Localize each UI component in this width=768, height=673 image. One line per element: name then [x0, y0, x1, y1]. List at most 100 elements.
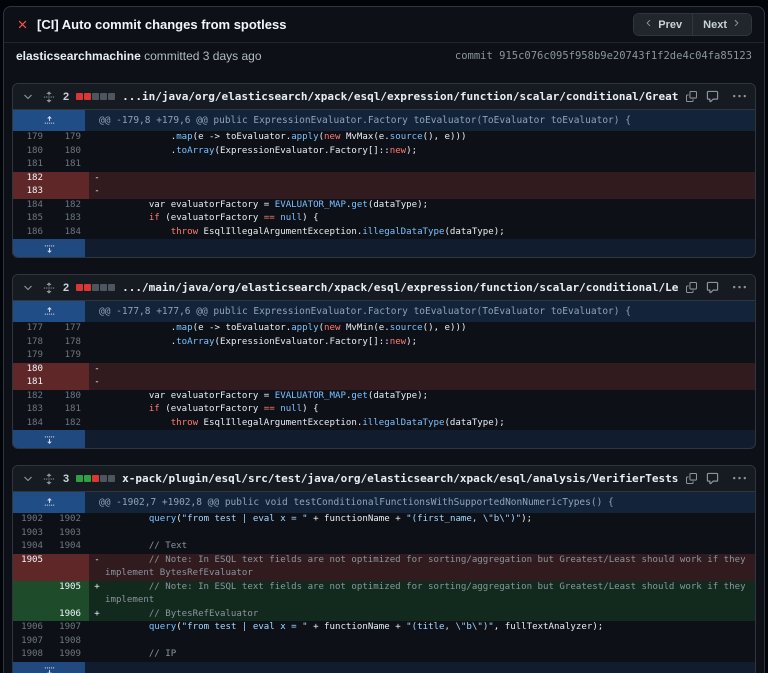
chevron-down-icon [22, 473, 34, 485]
new-line-number[interactable]: 1908 [51, 635, 89, 649]
old-line-number[interactable]: 182 [13, 390, 51, 404]
collapse-file-button[interactable] [21, 281, 35, 295]
diffstat-neutral-square [92, 93, 99, 100]
file-header: 2.../main/java/org/elasticsearch/xpack/e… [13, 275, 755, 301]
next-button[interactable]: Next [692, 14, 751, 35]
copy-path-button[interactable] [685, 472, 698, 485]
prev-button[interactable]: Prev [634, 14, 692, 35]
expand-down-button[interactable] [13, 430, 85, 448]
collapse-file-button[interactable] [21, 472, 35, 486]
new-line-number[interactable] [51, 554, 89, 581]
file-options-button[interactable] [732, 89, 747, 104]
file-options-button[interactable] [732, 471, 747, 486]
old-line-number[interactable]: 183 [13, 403, 51, 417]
new-line-number[interactable]: 1906 [51, 608, 89, 622]
diff-line: 1906+ // BytesRefEvaluator [13, 608, 755, 622]
old-line-number[interactable]: 177 [13, 322, 51, 336]
file-options-button[interactable] [732, 280, 747, 295]
diff-marker [89, 648, 105, 662]
old-line-number[interactable]: 180 [13, 145, 51, 159]
new-line-number[interactable]: 1903 [51, 527, 89, 541]
new-line-number[interactable] [51, 185, 89, 199]
comment-button[interactable] [705, 89, 720, 104]
diff-marker [89, 417, 105, 431]
old-line-number[interactable]: 1907 [13, 635, 51, 649]
new-line-number[interactable]: 182 [51, 199, 89, 213]
old-line-number[interactable]: 179 [13, 349, 51, 363]
copy-icon [686, 91, 697, 102]
old-line-number[interactable]: 180 [13, 363, 51, 377]
old-line-number[interactable]: 179 [13, 131, 51, 145]
new-line-number[interactable]: 1909 [51, 648, 89, 662]
diff-line: 186184 throw EsqlIllegalArgumentExceptio… [13, 226, 755, 240]
expand-all-button[interactable] [42, 281, 56, 295]
old-line-number[interactable]: 181 [13, 376, 51, 390]
old-line-number[interactable] [13, 581, 51, 608]
new-line-number[interactable]: 1902 [51, 513, 89, 527]
diff-line: 19071908 [13, 635, 755, 649]
new-line-number[interactable]: 180 [51, 390, 89, 404]
new-line-number[interactable]: 178 [51, 336, 89, 350]
comment-icon [706, 90, 719, 103]
copy-path-button[interactable] [685, 281, 698, 294]
expand-all-button[interactable] [42, 90, 56, 104]
new-line-number[interactable]: 180 [51, 145, 89, 159]
diffstat-del-square [84, 93, 91, 100]
comment-button[interactable] [705, 471, 720, 486]
diffstat-neutral-square [100, 93, 107, 100]
comment-icon [706, 472, 719, 485]
new-line-number[interactable]: 179 [51, 349, 89, 363]
new-line-number[interactable] [51, 172, 89, 186]
new-line-number[interactable]: 179 [51, 131, 89, 145]
diff-marker [89, 212, 105, 226]
old-line-number[interactable] [13, 608, 51, 622]
old-line-number[interactable]: 186 [13, 226, 51, 240]
file-path[interactable]: .../main/java/org/elasticsearch/xpack/es… [122, 281, 678, 294]
old-line-number[interactable]: 1908 [13, 648, 51, 662]
new-line-number[interactable]: 184 [51, 226, 89, 240]
expand-up-button[interactable] [13, 492, 85, 513]
old-line-number[interactable]: 181 [13, 158, 51, 172]
old-line-number[interactable]: 183 [13, 185, 51, 199]
old-line-number[interactable]: 178 [13, 336, 51, 350]
old-line-number[interactable]: 1904 [13, 540, 51, 554]
expand-down-button[interactable] [13, 239, 85, 257]
new-line-number[interactable] [51, 376, 89, 390]
comment-button[interactable] [705, 280, 720, 295]
diff-line: 19061907 query("from test | eval x = " +… [13, 621, 755, 635]
old-line-number[interactable]: 184 [13, 199, 51, 213]
new-line-number[interactable]: 1907 [51, 621, 89, 635]
old-line-number[interactable]: 184 [13, 417, 51, 431]
kebab-icon [733, 281, 746, 294]
new-line-number[interactable]: 177 [51, 322, 89, 336]
file-path[interactable]: ...in/java/org/elasticsearch/xpack/esql/… [122, 90, 678, 103]
new-line-number[interactable]: 1904 [51, 540, 89, 554]
commit-author[interactable]: elasticsearchmachine [16, 49, 141, 63]
old-line-number[interactable]: 185 [13, 212, 51, 226]
unfold-icon [43, 91, 55, 103]
file-path[interactable]: x-pack/plugin/esql/src/test/java/org/ela… [122, 472, 678, 485]
fold-down-icon [44, 665, 55, 673]
expand-up-button[interactable] [13, 110, 85, 131]
old-line-number[interactable]: 1902 [13, 513, 51, 527]
collapse-file-button[interactable] [21, 90, 35, 104]
new-line-number[interactable]: 181 [51, 403, 89, 417]
copy-path-button[interactable] [685, 90, 698, 103]
old-line-number[interactable]: 182 [13, 172, 51, 186]
new-line-number[interactable]: 181 [51, 158, 89, 172]
expand-down-button[interactable] [13, 662, 85, 673]
new-line-number[interactable]: 1905 [51, 581, 89, 608]
expand-all-button[interactable] [42, 472, 56, 486]
diff-line: 181181 [13, 158, 755, 172]
old-line-number[interactable]: 1903 [13, 527, 51, 541]
fold-up-icon [44, 115, 55, 126]
new-line-number[interactable]: 183 [51, 212, 89, 226]
new-line-number[interactable] [51, 363, 89, 377]
commit-title: [CI] Auto commit changes from spotless [37, 17, 625, 32]
old-line-number[interactable]: 1905 [13, 554, 51, 581]
old-line-number[interactable]: 1906 [13, 621, 51, 635]
failed-check-x-icon [16, 18, 29, 31]
new-line-number[interactable]: 182 [51, 417, 89, 431]
expand-up-button[interactable] [13, 301, 85, 322]
diffstat-neutral-square [100, 284, 107, 291]
